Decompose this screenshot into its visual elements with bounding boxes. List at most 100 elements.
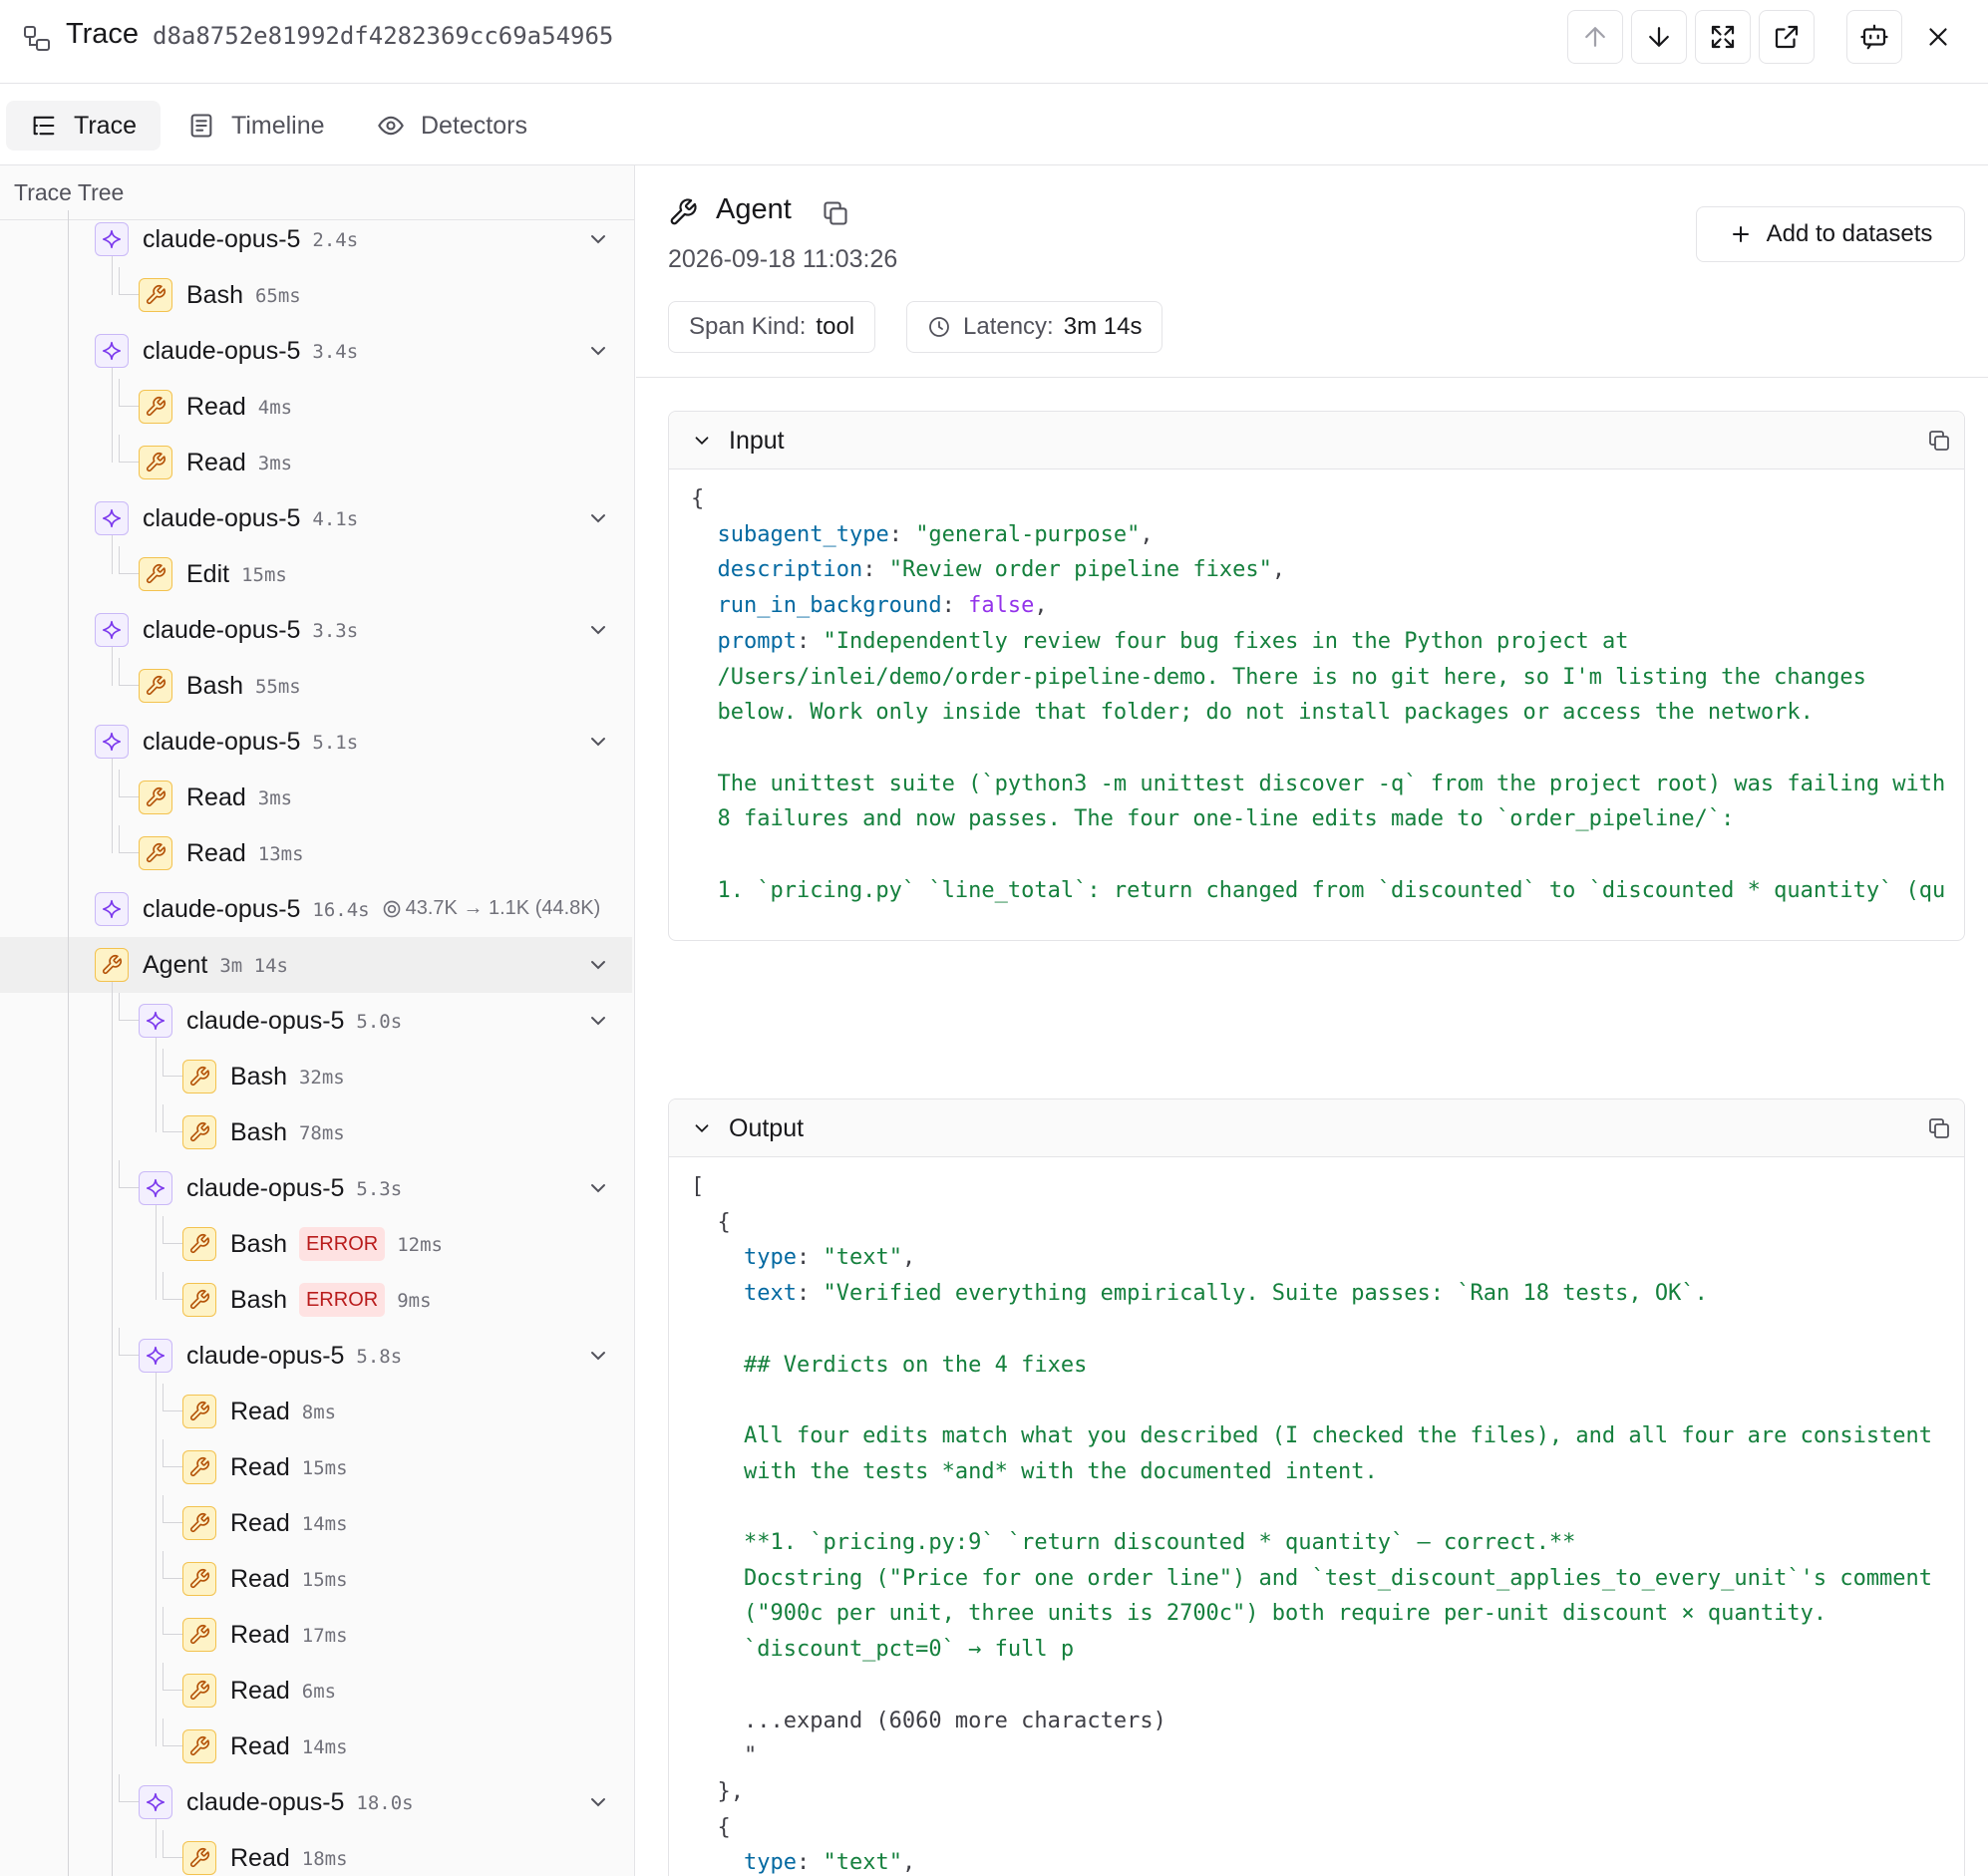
span-name: claude-opus-5 (186, 1007, 345, 1035)
span-duration: 3.3s (312, 620, 359, 642)
trace-tree-row[interactable]: Read 15ms (0, 1551, 632, 1607)
trace-tree-row[interactable]: Read 15ms (0, 1439, 632, 1495)
code-token: { (691, 1209, 731, 1235)
chevron-down-icon[interactable] (586, 1009, 610, 1033)
tab-trace[interactable]: Trace (6, 101, 161, 151)
chevron-down-icon[interactable] (586, 1344, 610, 1368)
code-token: **1. `pricing.py:9` `return discounted *… (691, 1530, 1576, 1555)
copy-icon[interactable] (1927, 1116, 1951, 1140)
trace-tree-row[interactable]: Read 13ms (0, 825, 632, 881)
tree-guide-line (112, 647, 113, 686)
copy-icon[interactable] (822, 199, 849, 227)
chevron-down-icon[interactable] (586, 506, 610, 530)
trace-tree-row[interactable]: Read 14ms (0, 1495, 632, 1551)
trace-tree-row[interactable]: claude-opus-5 4.1s (0, 490, 632, 546)
copy-icon[interactable] (1927, 429, 1951, 453)
trace-tree-row[interactable]: Bash ERROR 9ms (0, 1272, 632, 1328)
trace-tree-row[interactable]: Bash ERROR 12ms (0, 1216, 632, 1272)
code-line: { (691, 1209, 731, 1237)
code-line: description: "Review order pipeline fixe… (691, 556, 1286, 584)
trace-tree-row[interactable]: Bash 65ms (0, 267, 632, 323)
trace-tree-row[interactable]: claude-opus-5 3.3s (0, 602, 632, 658)
span-duration: 15ms (241, 564, 287, 586)
tab-timeline[interactable]: Timeline (164, 101, 349, 151)
code-token: type (743, 1245, 797, 1271)
assistant-button[interactable] (1846, 10, 1902, 64)
wrench-icon (189, 1681, 209, 1701)
tool-span-icon (139, 781, 172, 814)
code-token: : (941, 593, 969, 619)
code-token: type (743, 1850, 797, 1876)
trace-tree-row[interactable]: claude-opus-5 5.8s (0, 1328, 632, 1384)
tree-connector (119, 546, 139, 574)
trace-tree-row[interactable]: claude-opus-5 5.1s (0, 714, 632, 770)
code-token: : (796, 1850, 824, 1876)
trace-tree-row[interactable]: Read 4ms (0, 379, 632, 435)
chevron-down-icon[interactable] (586, 730, 610, 754)
chevron-down-icon[interactable] (586, 618, 610, 642)
trace-title: Trace (66, 18, 140, 50)
trace-tree-row[interactable]: Read 14ms (0, 1719, 632, 1774)
trace-tree-row[interactable]: Bash 78ms (0, 1104, 632, 1160)
trace-tree-row[interactable]: claude-opus-5 2.4s (0, 211, 632, 267)
code-line: type: "text", (691, 1244, 915, 1272)
wrench-icon (189, 1402, 209, 1421)
input-section-header[interactable]: Input (669, 412, 1964, 469)
tree-connector (163, 1719, 182, 1746)
trace-tree-row[interactable]: Read 17ms (0, 1607, 632, 1663)
span-duration: 3ms (257, 453, 293, 474)
chevron-down-icon[interactable] (586, 1176, 610, 1200)
code-token: prompt (717, 628, 797, 654)
code-token: ## Verdicts on the 4 fixes (691, 1352, 1088, 1378)
trace-tree-row[interactable]: claude-opus-5 5.0s (0, 993, 632, 1049)
code-line: ...expand (6060 more characters) (691, 1708, 1166, 1735)
close-button[interactable] (1910, 10, 1966, 64)
tab-detectors[interactable]: Detectors (353, 101, 551, 151)
trace-tree-row[interactable]: Agent 3m 14s (0, 937, 632, 993)
trace-tree-row[interactable]: Edit 15ms (0, 546, 632, 602)
chevron-down-icon (695, 437, 709, 446)
wrench-icon (146, 787, 166, 807)
chevron-down-icon[interactable] (586, 953, 610, 977)
trace-tree-row[interactable]: claude-opus-5 18.0s (0, 1774, 632, 1830)
open-external-button[interactable] (1759, 10, 1815, 64)
code-line: run_in_background: false, (691, 592, 1048, 620)
sparkle-icon (146, 1011, 166, 1031)
wrench-icon (189, 1625, 209, 1645)
code-line: **1. `pricing.py:9` `return discounted *… (691, 1529, 1575, 1557)
span-duration: 6ms (301, 1681, 337, 1703)
tree-connector (163, 1384, 182, 1411)
code-token: : (888, 521, 916, 547)
tool-span-icon (95, 948, 129, 982)
tab-detectors-label: Detectors (421, 111, 527, 140)
fullscreen-button[interactable] (1695, 10, 1751, 64)
chevron-down-icon[interactable] (586, 339, 610, 363)
trace-tree-row[interactable]: Read 3ms (0, 435, 632, 490)
trace-tree-row[interactable]: claude-opus-5 3.4s (0, 323, 632, 379)
tree-connector (163, 1551, 182, 1579)
span-title: Agent (716, 193, 792, 225)
tree-connector (163, 1830, 182, 1858)
code-token: , (1271, 557, 1286, 583)
chevron-down-icon[interactable] (586, 1790, 610, 1814)
trace-tree-row[interactable]: Read 18ms (0, 1830, 632, 1876)
trace-tree-row[interactable]: claude-opus-5 16.4s 43.7K → 1.1K (44.8K) (0, 881, 632, 937)
trace-tree-row[interactable]: Read 6ms (0, 1663, 632, 1719)
trace-tree-row[interactable]: claude-opus-5 5.3s (0, 1160, 632, 1216)
chevron-down-icon (695, 1124, 709, 1133)
trace-tree-row[interactable]: Read 3ms (0, 770, 632, 825)
chevron-down-icon[interactable] (586, 227, 610, 251)
span-duration: 5.0s (356, 1011, 403, 1033)
tool-span-icon (182, 1283, 216, 1317)
code-token: false (968, 593, 1035, 619)
output-section-header[interactable]: Output (669, 1099, 1964, 1157)
previous-span-button[interactable] (1567, 10, 1623, 64)
tree-connector (163, 1663, 182, 1691)
next-span-button[interactable] (1631, 10, 1687, 64)
span-duration: 4.1s (312, 508, 359, 530)
trace-tree-row[interactable]: Read 8ms (0, 1384, 632, 1439)
trace-tree-row[interactable]: Bash 32ms (0, 1049, 632, 1104)
trace-tree-row[interactable]: Bash 55ms (0, 658, 632, 714)
add-to-datasets-button[interactable]: Add to datasets (1696, 206, 1965, 262)
